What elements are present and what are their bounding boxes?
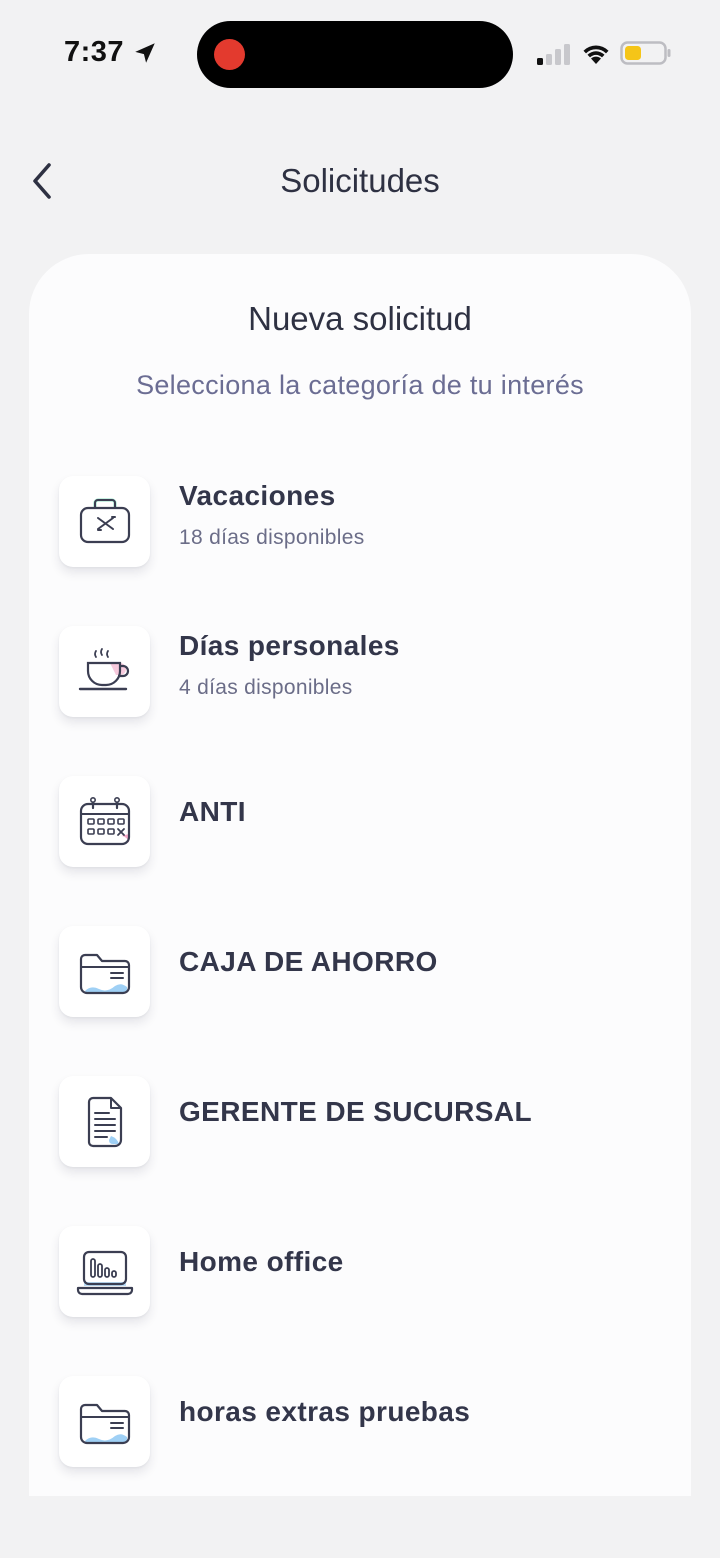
category-tile xyxy=(59,776,150,867)
card-title: Nueva solicitud xyxy=(248,300,472,337)
category-item-horas-extras-pruebas[interactable]: horas extras pruebas xyxy=(59,1376,659,1472)
wifi-icon xyxy=(583,45,609,64)
category-item-dias-personales[interactable]: Días personales 4 días disponibles xyxy=(59,626,659,722)
battery-icon xyxy=(620,41,671,65)
category-item-caja-de-ahorro[interactable]: CAJA DE AHORRO xyxy=(59,926,659,1022)
category-detail: 18 días disponibles xyxy=(179,526,365,549)
screen: 7:37 Solicitudes Nueva solicitud Selecci… xyxy=(0,0,720,1558)
location-arrow-icon xyxy=(135,43,155,63)
category-name: ANTI xyxy=(179,796,246,827)
category-item-gerente-de-sucursal[interactable]: GERENTE DE SUCURSAL xyxy=(59,1076,659,1172)
dynamic-island xyxy=(197,21,513,88)
document-icon xyxy=(87,1096,122,1147)
category-tile xyxy=(59,626,150,717)
category-detail: 4 días disponibles xyxy=(179,676,353,699)
calendar-icon xyxy=(79,796,130,845)
category-name: Vacaciones xyxy=(179,480,336,511)
category-tile xyxy=(59,926,150,1017)
category-item-vacaciones[interactable]: Vacaciones 18 días disponibles xyxy=(59,476,659,572)
status-bar: 7:37 xyxy=(0,0,720,110)
category-tile xyxy=(59,1376,150,1467)
category-name: Días personales xyxy=(179,630,400,661)
cellular-signal-icon xyxy=(537,44,570,65)
record-dot-icon xyxy=(214,39,245,70)
status-time: 7:37 xyxy=(64,36,125,68)
category-tile xyxy=(59,476,150,567)
new-request-card: Nueva solicitud Selecciona la categoría … xyxy=(29,254,691,1496)
card-subtitle: Selecciona la categoría de tu interés xyxy=(136,370,584,400)
category-name: horas extras pruebas xyxy=(179,1396,471,1427)
category-tile xyxy=(59,1076,150,1167)
category-tile xyxy=(59,1226,150,1317)
category-item-home-office[interactable]: Home office xyxy=(59,1226,659,1322)
category-name: Home office xyxy=(179,1246,344,1277)
category-name: CAJA DE AHORRO xyxy=(179,946,438,977)
page-title: Solicitudes xyxy=(280,162,440,199)
laptop-chart-icon xyxy=(76,1250,133,1295)
category-item-anti[interactable]: ANTI xyxy=(59,776,659,872)
coffee-cup-icon xyxy=(78,647,129,690)
folder-icon xyxy=(79,1403,130,1444)
nav-bar: Solicitudes xyxy=(0,140,720,224)
folder-icon xyxy=(79,953,130,994)
suitcase-plane-icon xyxy=(79,498,130,543)
category-name: GERENTE DE SUCURSAL xyxy=(179,1096,532,1127)
